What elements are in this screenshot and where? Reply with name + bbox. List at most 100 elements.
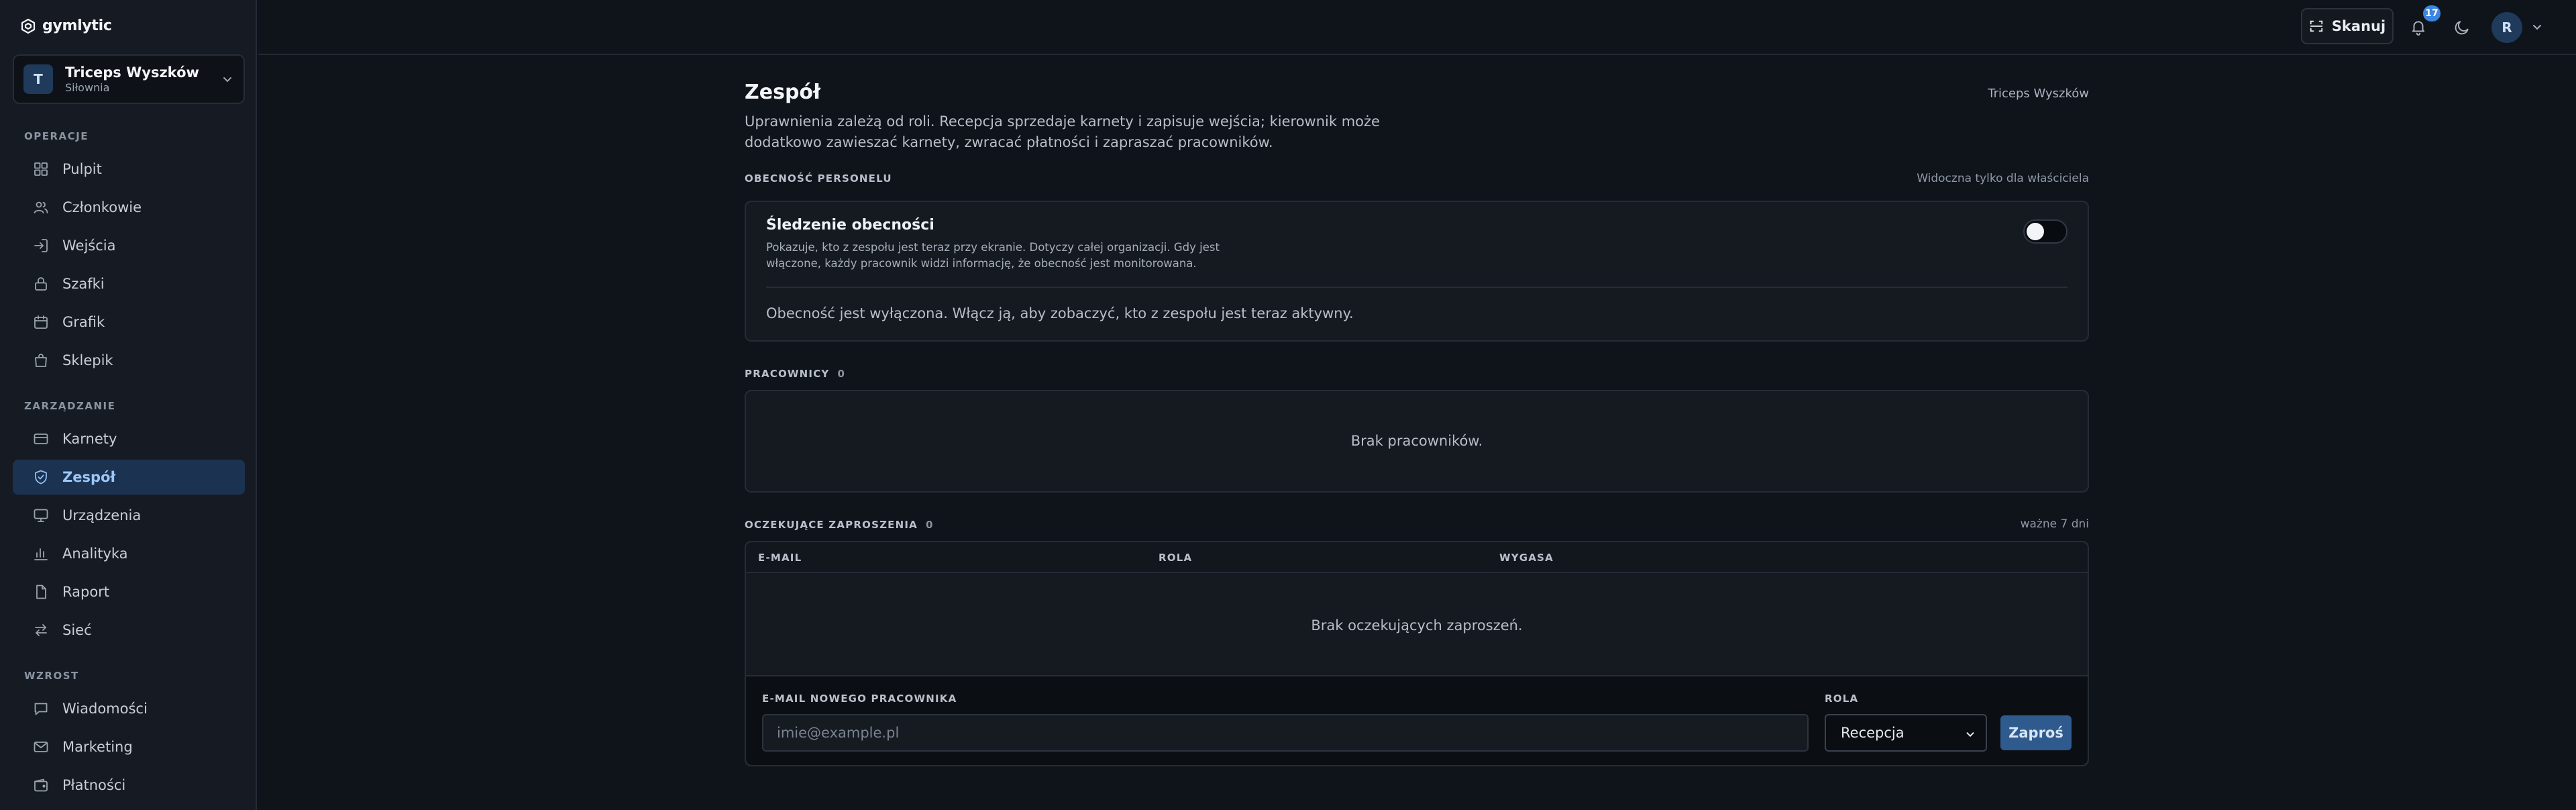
sidebar-item-wejscia[interactable]: Wejścia: [13, 228, 245, 263]
nav-section-operacje: OPERACJE: [24, 130, 89, 142]
invitations-section-title: OCZEKUJĄCE ZAPROSZENIA: [745, 519, 918, 531]
employees-empty-state: Brak pracowników.: [1350, 433, 1483, 449]
chevron-down-icon: [221, 72, 234, 86]
gymlytic-logo-icon: [20, 18, 36, 34]
invitations-card: E-MAIL ROLA WYGASA Brak oczekujących zap…: [745, 541, 2089, 766]
attendance-card: Śledzenie obecności Pokazuje, kto z zesp…: [745, 201, 2089, 342]
role-label: ROLA: [1825, 693, 1859, 705]
column-header-email: E-MAIL: [758, 552, 802, 564]
sidebar-item-platnosci[interactable]: Płatności: [13, 768, 245, 803]
sidebar-item-siec[interactable]: Sieć: [13, 613, 245, 648]
grid-icon: [33, 161, 49, 177]
sidebar-item-szafki[interactable]: Szafki: [13, 266, 245, 301]
sidebar-item-label: Płatności: [62, 777, 126, 793]
employees-card: Brak pracowników.: [745, 390, 2089, 493]
attendance-section-note: Widoczna tylko dla właściciela: [1917, 172, 2089, 185]
moon-icon[interactable]: [2453, 19, 2471, 36]
column-header-expires: WYGASA: [1499, 552, 1554, 564]
lock-icon: [33, 276, 49, 292]
bar-chart-icon: [33, 546, 49, 562]
sidebar-item-label: Karnety: [62, 431, 117, 447]
invite-form: E-MAIL NOWEGO PRACOWNIKA ROLA Recepcja Z…: [746, 675, 2088, 765]
scan-label: Skanuj: [2331, 18, 2386, 34]
scan-icon: [2309, 19, 2324, 34]
sidebar-item-label: Sklepik: [62, 352, 113, 368]
sidebar-item-urzadzenia[interactable]: Urządzenia: [13, 498, 245, 533]
mail-icon: [33, 739, 49, 755]
employees-section-label: PRACOWNICY 0: [745, 368, 845, 380]
org-type: Siłownia: [65, 81, 110, 94]
email-label: E-MAIL NOWEGO PRACOWNIKA: [762, 693, 957, 705]
arrows-icon: [33, 622, 49, 638]
document-icon: [33, 584, 49, 600]
bell-icon[interactable]: [2410, 18, 2427, 36]
sidebar-item-raport[interactable]: Raport: [13, 574, 245, 609]
shopping-bag-icon: [33, 352, 49, 368]
sidebar-item-grafik[interactable]: Grafik: [13, 305, 245, 340]
scan-button[interactable]: Skanuj: [2301, 8, 2394, 44]
sidebar: gymlytic T Triceps Wyszków Siłownia OPER…: [0, 0, 257, 810]
invitations-count: 0: [925, 519, 934, 531]
brand[interactable]: gymlytic: [20, 17, 112, 34]
employees-section-title: PRACOWNICY: [745, 368, 830, 380]
sidebar-item-label: Pulpit: [62, 161, 102, 177]
sidebar-item-label: Urządzenia: [62, 507, 142, 523]
sidebar-item-marketing[interactable]: Marketing: [13, 729, 245, 764]
login-icon: [33, 238, 49, 254]
sidebar-item-label: Szafki: [62, 276, 105, 292]
attendance-description: Pokazuje, kto z zespołu jest teraz przy …: [766, 241, 1220, 270]
org-switcher[interactable]: T Triceps Wyszków Siłownia: [13, 54, 245, 104]
role-select[interactable]: Recepcja: [1825, 714, 1987, 752]
page-title: Zespół: [745, 81, 821, 104]
page-description: Uprawnienia zależą od roli. Recepcja spr…: [745, 113, 1380, 150]
invitations-section-note: ważne 7 dni: [2020, 517, 2089, 531]
nav-section-wzrost: WZROST: [24, 670, 79, 682]
attendance-status: Obecność jest wyłączona. Włącz ją, aby z…: [766, 305, 1354, 321]
invitations-empty-state: Brak oczekujących zaproszeń.: [1311, 617, 1523, 634]
org-avatar: T: [23, 64, 53, 94]
role-select-value: Recepcja: [1841, 725, 1904, 741]
sidebar-item-label: Wejścia: [62, 238, 116, 254]
chevron-down-icon: [1964, 728, 1976, 740]
calendar-icon: [33, 314, 49, 330]
toggle-knob: [2027, 223, 2044, 240]
sidebar-item-label: Grafik: [62, 314, 105, 330]
attendance-toggle[interactable]: [2023, 219, 2068, 244]
monitor-icon: [33, 507, 49, 523]
employees-count: 0: [837, 368, 846, 380]
sidebar-item-analityka[interactable]: Analityka: [13, 536, 245, 571]
email-field[interactable]: [762, 714, 1809, 752]
notification-badge: 17: [2422, 4, 2442, 23]
column-header-role: ROLA: [1159, 552, 1193, 564]
invite-button[interactable]: Zaproś: [2000, 715, 2072, 750]
org-breadcrumb: Triceps Wyszków: [1988, 87, 2089, 101]
wallet-icon: [33, 777, 49, 793]
sidebar-item-pulpit[interactable]: Pulpit: [13, 152, 245, 187]
sidebar-item-karnety[interactable]: Karnety: [13, 421, 245, 456]
sidebar-item-czlonkowie[interactable]: Członkowie: [13, 190, 245, 225]
sidebar-item-label: Sieć: [62, 622, 92, 638]
nav-section-zarzadzanie: ZARZĄDZANIE: [24, 400, 116, 412]
sidebar-item-wiadomosci[interactable]: Wiadomości: [13, 691, 245, 726]
message-icon: [33, 701, 49, 717]
attendance-section-label: OBECNOŚĆ PERSONELU: [745, 172, 892, 185]
chevron-down-icon[interactable]: [2530, 20, 2544, 34]
invitations-table-header: E-MAIL ROLA WYGASA: [746, 542, 2088, 573]
card-icon: [33, 431, 49, 447]
sidebar-item-sklepik[interactable]: Sklepik: [13, 343, 245, 378]
org-name: Triceps Wyszków: [65, 64, 199, 81]
divider: [766, 287, 2068, 288]
invitations-section-label: OCZEKUJĄCE ZAPROSZENIA 0: [745, 519, 934, 531]
attendance-title: Śledzenie obecności: [766, 217, 934, 234]
shield-icon: [33, 469, 49, 485]
sidebar-item-label: Marketing: [62, 739, 133, 755]
brand-name: gymlytic: [42, 17, 112, 34]
users-icon: [33, 199, 49, 215]
sidebar-item-zespol[interactable]: Zespół: [13, 460, 245, 495]
sidebar-item-label: Członkowie: [62, 199, 142, 215]
user-avatar[interactable]: R: [2491, 12, 2522, 43]
topbar: [258, 0, 2576, 55]
sidebar-item-label: Wiadomości: [62, 701, 148, 717]
sidebar-item-label: Raport: [62, 584, 110, 600]
sidebar-item-label: Analityka: [62, 546, 128, 562]
